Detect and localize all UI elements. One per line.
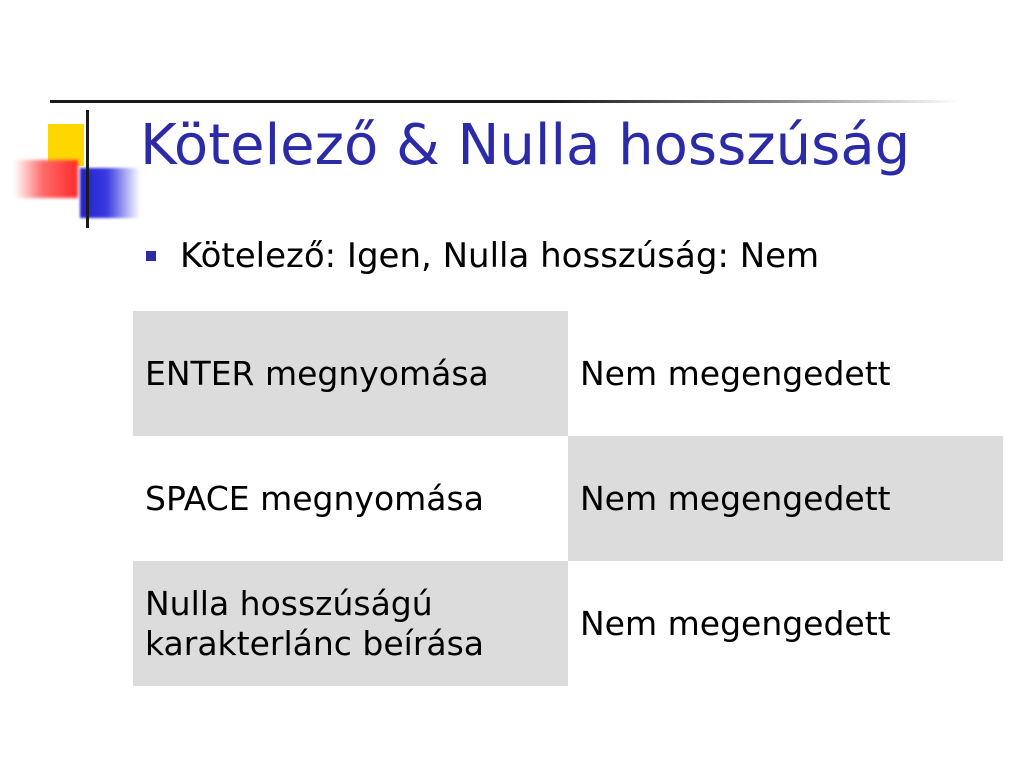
decorative-logo (0, 100, 140, 230)
vertical-rule (86, 110, 89, 228)
blue-square-shape (80, 168, 140, 218)
cell-text: Nem megengedett (580, 353, 891, 393)
table-row: Nulla hosszúságú karakterlánc beírása Ne… (133, 561, 1003, 686)
slide: Kötelező & Nulla hosszúság Kötelező: Ige… (0, 0, 1024, 768)
table-cell-result: Nem megengedett (568, 436, 1003, 561)
cell-text: Nulla hosszúságú karakterlánc beírása (145, 583, 485, 663)
table-row: ENTER megnyomása Nem megengedett (133, 311, 1003, 436)
rules-table: ENTER megnyomása Nem megengedett SPACE m… (133, 311, 1003, 686)
cell-text: Nem megengedett (580, 603, 891, 643)
table-row: SPACE megnyomása Nem megengedett (133, 436, 1003, 561)
table-cell-action: ENTER megnyomása (133, 311, 568, 436)
red-square-shape (14, 160, 78, 198)
bullet-text: Kötelező: Igen, Nulla hosszúság: Nem (180, 236, 820, 276)
table-cell-result: Nem megengedett (568, 311, 1003, 436)
table-cell-result: Nem megengedett (568, 561, 1003, 686)
cell-text: ENTER megnyomása (145, 353, 489, 393)
bullet-item: Kötelező: Igen, Nulla hosszúság: Nem (146, 236, 819, 276)
bullet-square-icon (146, 251, 156, 261)
cell-text: Nem megengedett (580, 478, 891, 518)
slide-title: Kötelező & Nulla hosszúság (140, 113, 911, 178)
cell-text: SPACE megnyomása (145, 478, 484, 518)
table-cell-action: Nulla hosszúságú karakterlánc beírása (133, 561, 568, 686)
title-underline (50, 100, 960, 103)
table-cell-action: SPACE megnyomása (133, 436, 568, 561)
